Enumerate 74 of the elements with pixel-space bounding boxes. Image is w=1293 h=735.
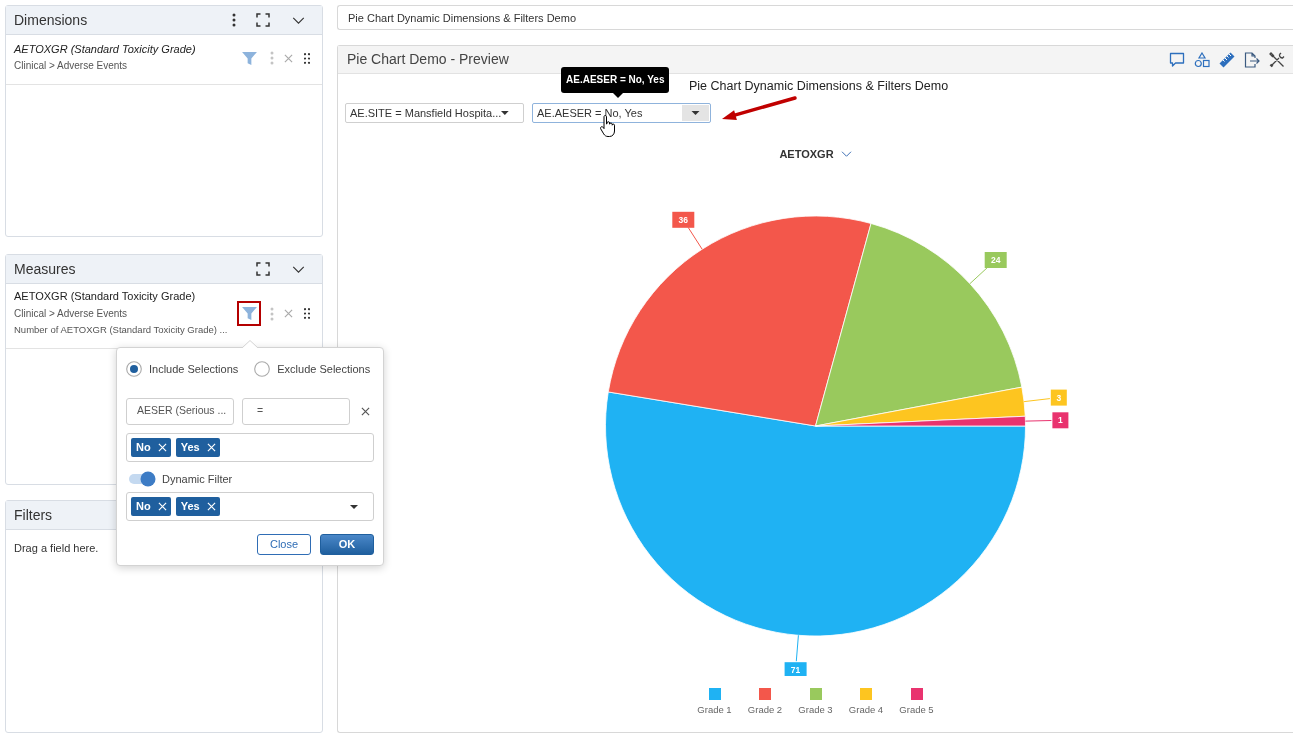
report-title-field[interactable]: Pie Chart Dynamic Dimensions & Filters Demo (337, 5, 1293, 30)
drop-zone-hint: Drag a field here. (14, 542, 99, 554)
dynamic-values-field[interactable]: No Yes (126, 492, 374, 521)
panel-title: Dimensions (14, 10, 88, 30)
leader-line (1024, 419, 1052, 422)
close-button[interactable]: Close (257, 534, 311, 555)
field-path: Clinical > Adverse Events (14, 307, 129, 321)
data-label: 71 (790, 664, 801, 675)
leader-line (969, 265, 990, 284)
shapes-icon[interactable] (1194, 51, 1210, 68)
value-tag[interactable]: Yes (175, 497, 220, 516)
panel-title: Pie Chart Demo - Preview (347, 50, 509, 69)
leader-line (687, 226, 703, 250)
drag-handle-icon[interactable] (304, 308, 310, 319)
chart-title[interactable]: AETOXGR (779, 146, 834, 163)
field-name: AETOXGR (Standard Toxicity Grade) (14, 42, 197, 56)
comment-icon[interactable] (1169, 51, 1185, 68)
filter-dropdown[interactable]: AE.AESER = No, Yes (532, 103, 711, 123)
filter-dropdown[interactable]: AE.SITE = Mansfield Hospita... (345, 103, 524, 123)
value-tag[interactable]: No (131, 437, 171, 457)
field-aggregation: Number of AETOXGR (Standard Toxicity Grade) ... (14, 323, 229, 337)
panel-title: Measures (14, 259, 76, 279)
expand-icon[interactable] (256, 13, 270, 27)
operator-select[interactable]: = (242, 397, 350, 425)
ruler-icon[interactable] (1219, 51, 1235, 68)
radio-button[interactable] (126, 361, 142, 378)
tag-label: No (136, 439, 151, 455)
data-label: 36 (678, 214, 689, 225)
value-tag[interactable]: Yes (175, 437, 220, 457)
export-icon[interactable] (1244, 51, 1260, 68)
data-label: 24 (984, 251, 1007, 268)
legend-label: Grade 4 (848, 702, 884, 717)
field-name: AETOXGR (Standard Toxicity Grade) (14, 289, 197, 303)
legend-label: Grade 2 (747, 702, 783, 717)
drag-handle-icon[interactable] (304, 52, 310, 64)
tag-label: No (136, 499, 151, 515)
caret-icon[interactable] (350, 504, 358, 509)
leader-line (1023, 397, 1051, 402)
value-tag[interactable]: No (131, 497, 171, 516)
leader-line (795, 634, 799, 662)
tag-label: Yes (180, 439, 200, 455)
panel-title: Filters (14, 505, 53, 525)
data-label: 36 (672, 211, 695, 228)
chevron-down-icon[interactable] (292, 16, 305, 24)
caret-icon[interactable] (501, 111, 509, 115)
callout-text: Pie Chart Dynamic Dimensions & Filters Demo (689, 78, 949, 95)
toggle-switch[interactable] (128, 470, 156, 487)
data-label: 3 (1056, 392, 1062, 403)
field-select[interactable]: AESER (Serious ... (126, 397, 234, 425)
field-path: Clinical > Adverse Events (14, 59, 129, 73)
remove-icon[interactable] (361, 406, 370, 416)
values-field[interactable]: No Yes (126, 432, 374, 462)
radio-button[interactable] (254, 361, 271, 378)
radio-label[interactable]: Exclude Selections (277, 361, 371, 378)
more-icon[interactable] (232, 13, 236, 27)
toggle-label: Dynamic Filter (162, 471, 233, 487)
tooltip-arrow (613, 93, 623, 98)
legend-label: Grade 1 (697, 702, 732, 717)
tools-icon[interactable] (1269, 51, 1285, 68)
tag-label: Yes (180, 499, 200, 515)
data-label: 24 (990, 254, 1001, 265)
ok-button[interactable]: OK (320, 534, 374, 555)
data-label: 1 (1052, 411, 1069, 428)
caret-icon[interactable] (682, 105, 709, 121)
radio-label[interactable]: Include Selections (149, 361, 239, 378)
expand-icon[interactable] (256, 262, 270, 276)
data-label: 1 (1058, 414, 1064, 425)
field-item[interactable]: AETOXGR (Standard Toxicity Grade) Clinical > Adverse Events (6, 35, 322, 85)
data-label: 3 (1050, 389, 1067, 406)
legend-label: Grade 5 (899, 702, 934, 717)
chevron-down-icon[interactable] (292, 265, 305, 273)
legend-label: Grade 3 (798, 702, 833, 717)
tooltip: AE.AESER = No, Yes (561, 67, 670, 93)
data-label: 71 (784, 661, 807, 676)
